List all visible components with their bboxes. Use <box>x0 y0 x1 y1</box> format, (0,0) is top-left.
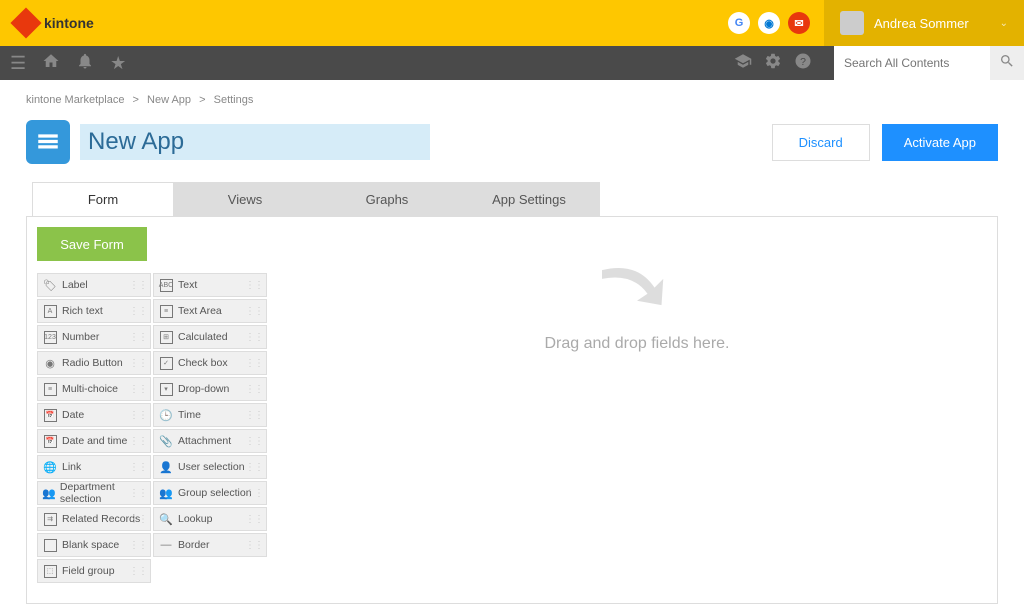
activate-app-button[interactable]: Activate App <box>882 124 998 161</box>
field-time[interactable]: 🕒Time⋮⋮ <box>153 403 267 427</box>
number-icon: 123 <box>42 331 58 344</box>
related-icon: ⇉ <box>42 513 58 526</box>
blank-icon <box>42 539 58 552</box>
globe-icon: 🌐 <box>42 461 58 474</box>
org-icon: 👥 <box>42 487 56 500</box>
datetime-icon: 📅 <box>42 435 58 448</box>
breadcrumb-settings: Settings <box>214 94 254 106</box>
discard-button[interactable]: Discard <box>772 124 870 161</box>
calculator-icon: ⊞ <box>158 331 174 344</box>
paperclip-icon: 📎 <box>158 435 174 448</box>
field-dept-selection[interactable]: 👥Department selection⋮⋮ <box>37 481 151 505</box>
user-name-label: Andrea Sommer <box>874 16 990 31</box>
fieldgroup-icon: ⬚ <box>42 565 58 578</box>
border-icon: — <box>158 539 174 551</box>
nav-bar: ☰ ★ ? <box>0 46 1024 80</box>
drop-arrow-icon <box>592 257 682 327</box>
field-link[interactable]: 🌐Link⋮⋮ <box>37 455 151 479</box>
search-box <box>834 46 1024 80</box>
main-area: Save Form 🏷Label⋮⋮ ABCText⋮⋮ ARich text⋮… <box>26 216 998 604</box>
header-right: G ◉ ✉ Andrea Sommer ⌄ <box>724 0 1024 46</box>
lookup-icon: 🔍 <box>158 513 174 526</box>
tab-views[interactable]: Views <box>174 182 316 216</box>
graduation-icon[interactable] <box>734 52 752 75</box>
field-datetime[interactable]: 📅Date and time⋮⋮ <box>37 429 151 453</box>
help-icon[interactable]: ? <box>794 52 812 75</box>
star-icon[interactable]: ★ <box>110 53 126 74</box>
dropdown-icon: ▾ <box>158 383 174 396</box>
tag-icon: 🏷 <box>42 279 58 292</box>
group-icon: 👥 <box>158 487 174 500</box>
field-number[interactable]: 123Number⋮⋮ <box>37 325 151 349</box>
multichoice-icon: ≡ <box>42 383 58 396</box>
text-icon: ABC <box>158 279 174 292</box>
drop-area[interactable]: Drag and drop fields here. <box>277 217 997 603</box>
breadcrumb-newapp[interactable]: New App <box>147 94 191 106</box>
tab-form[interactable]: Form <box>32 182 174 216</box>
app-icon[interactable] <box>26 120 70 164</box>
breadcrumb-marketplace[interactable]: kintone Marketplace <box>26 94 124 106</box>
textarea-icon: ≡ <box>158 305 174 318</box>
avatar <box>840 11 864 35</box>
tab-graphs[interactable]: Graphs <box>316 182 458 216</box>
app-title-input[interactable] <box>80 124 430 160</box>
bell-icon[interactable] <box>76 52 94 75</box>
app-title-row: Discard Activate App <box>0 120 1024 182</box>
search-button[interactable] <box>990 46 1024 80</box>
field-user-selection[interactable]: 👤User selection⋮⋮ <box>153 455 267 479</box>
field-rich-text[interactable]: ARich text⋮⋮ <box>37 299 151 323</box>
field-calculated[interactable]: ⊞Calculated⋮⋮ <box>153 325 267 349</box>
field-blank-space[interactable]: Blank space⋮⋮ <box>37 533 151 557</box>
brand-logo[interactable]: kintone <box>14 11 94 35</box>
tab-app-settings[interactable]: App Settings <box>458 182 600 216</box>
field-radio[interactable]: ◉Radio Button⋮⋮ <box>37 351 151 375</box>
svg-text:?: ? <box>800 55 806 67</box>
user-menu[interactable]: Andrea Sommer ⌄ <box>824 0 1024 46</box>
gear-icon[interactable] <box>764 52 782 75</box>
menu-icon[interactable]: ☰ <box>10 53 26 74</box>
drop-hint-text: Drag and drop fields here. <box>545 335 730 353</box>
field-multichoice[interactable]: ≡Multi-choice⋮⋮ <box>37 377 151 401</box>
save-form-button[interactable]: Save Form <box>37 227 147 261</box>
home-icon[interactable] <box>42 52 60 75</box>
logo-cube-icon <box>10 7 41 38</box>
user-icon: 👤 <box>158 461 174 474</box>
chevron-down-icon: ⌄ <box>1000 18 1008 29</box>
top-header: kintone G ◉ ✉ Andrea Sommer ⌄ <box>0 0 1024 46</box>
search-input[interactable] <box>834 46 990 80</box>
field-label[interactable]: 🏷Label⋮⋮ <box>37 273 151 297</box>
field-field-group[interactable]: ⬚Field group⋮⋮ <box>37 559 151 583</box>
field-dropdown[interactable]: ▾Drop-down⋮⋮ <box>153 377 267 401</box>
field-checkbox[interactable]: ✓Check box⋮⋮ <box>153 351 267 375</box>
field-attachment[interactable]: 📎Attachment⋮⋮ <box>153 429 267 453</box>
field-palette: Save Form 🏷Label⋮⋮ ABCText⋮⋮ ARich text⋮… <box>27 217 277 603</box>
calendar-icon: 📅 <box>42 409 58 422</box>
checkbox-icon: ✓ <box>158 357 174 370</box>
google-icon[interactable]: G <box>728 12 750 34</box>
radio-icon: ◉ <box>42 357 58 370</box>
brand-name: kintone <box>44 15 94 31</box>
field-border[interactable]: —Border⋮⋮ <box>153 533 267 557</box>
outlook-icon[interactable]: ◉ <box>758 12 780 34</box>
field-date[interactable]: 📅Date⋮⋮ <box>37 403 151 427</box>
field-lookup[interactable]: 🔍Lookup⋮⋮ <box>153 507 267 531</box>
mail-icon[interactable]: ✉ <box>788 12 810 34</box>
field-text-area[interactable]: ≡Text Area⋮⋮ <box>153 299 267 323</box>
field-group-selection[interactable]: 👥Group selection⋮⋮ <box>153 481 267 505</box>
field-related-records[interactable]: ⇉Related Records⋮⋮ <box>37 507 151 531</box>
breadcrumb: kintone Marketplace > New App > Settings <box>0 80 1024 120</box>
richtext-icon: A <box>42 305 58 318</box>
tabs: Form Views Graphs App Settings <box>32 182 1024 216</box>
field-text[interactable]: ABCText⋮⋮ <box>153 273 267 297</box>
clock-icon: 🕒 <box>158 409 174 422</box>
